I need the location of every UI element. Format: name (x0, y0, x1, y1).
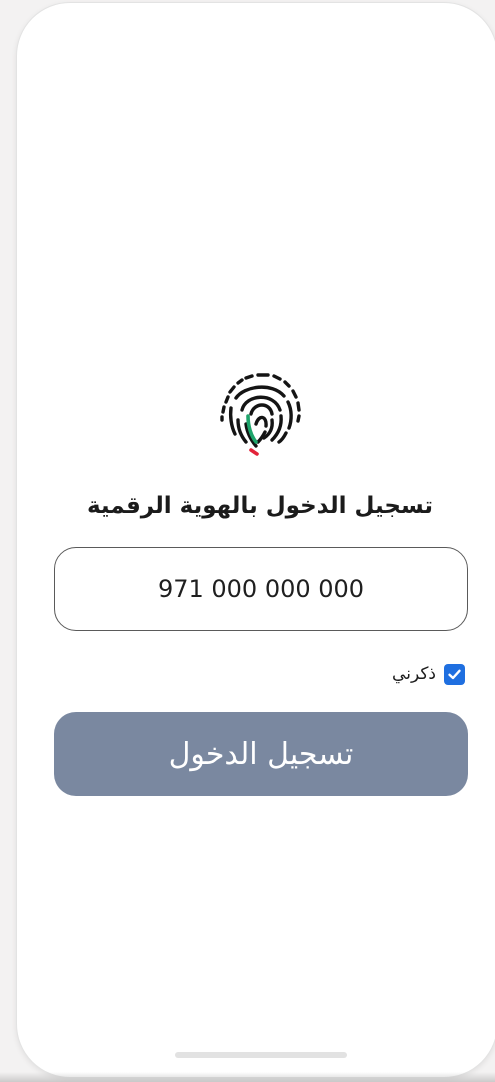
home-indicator (175, 1052, 347, 1058)
login-button[interactable]: تسجيل الدخول (54, 712, 468, 796)
phone-number-input[interactable] (54, 547, 468, 631)
remember-me-label: ذكرني (392, 664, 436, 684)
phone-frame (16, 2, 495, 1078)
fingerprint-icon (220, 373, 301, 456)
page-title: تسجيل الدخول بالهوية الرقمية (86, 493, 434, 519)
remember-me-option[interactable]: ذكرني (392, 662, 465, 686)
checkmark-icon (448, 669, 461, 679)
remember-me-checkbox[interactable] (444, 663, 465, 685)
bottom-shade (0, 1072, 495, 1082)
